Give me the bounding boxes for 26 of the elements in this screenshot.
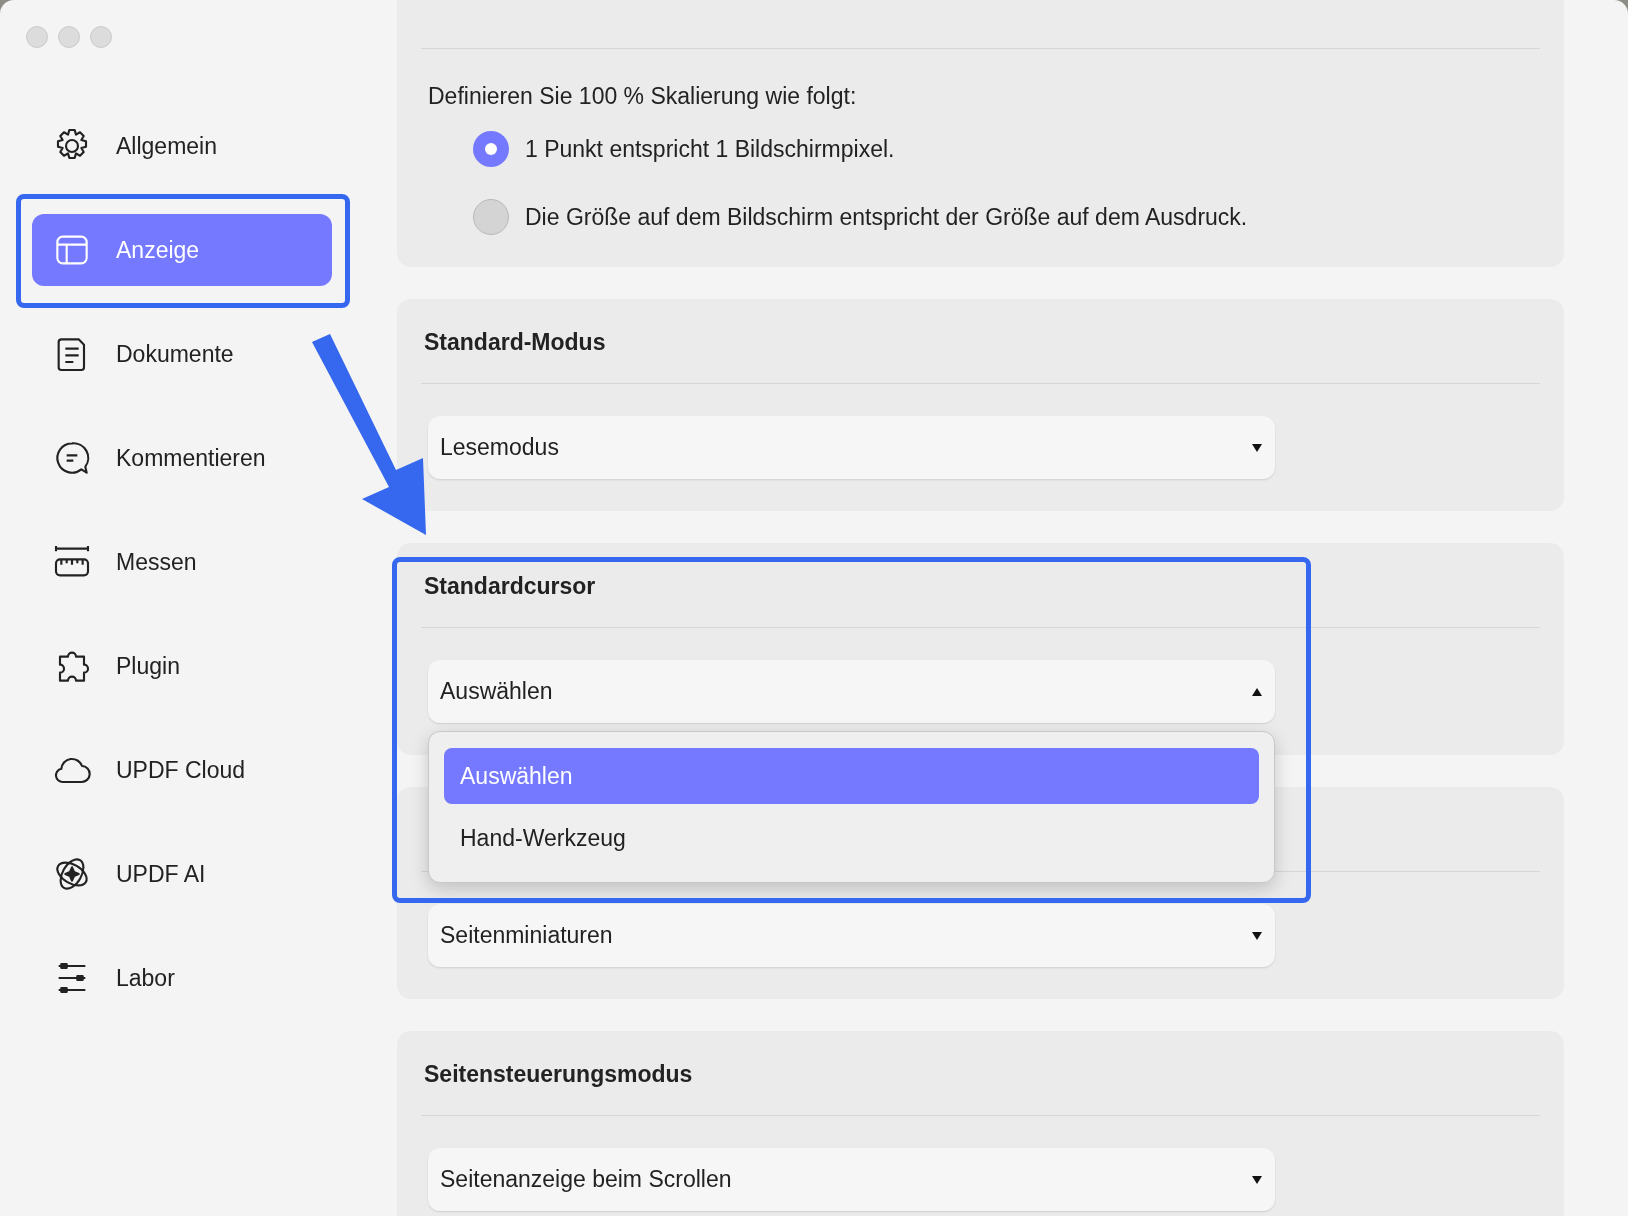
sidebar-item[interactable]: Messen bbox=[32, 526, 205, 598]
dropdown[interactable]: Auswählen bbox=[428, 660, 1275, 723]
section-heading: Standard-Modus bbox=[424, 328, 606, 356]
radio-label: 1 Punkt entspricht 1 Bildschirmpixel. bbox=[525, 135, 895, 163]
sidebar-item[interactable]: UPDF Cloud bbox=[32, 734, 254, 806]
radio-button[interactable] bbox=[473, 199, 509, 235]
sidebar-item[interactable]: Labor bbox=[32, 942, 183, 1014]
sidebar-item[interactable]: Plugin bbox=[32, 630, 188, 702]
minimize-button[interactable] bbox=[58, 26, 80, 48]
radio-label: Die Größe auf dem Bildschirm entspricht der Größe auf dem Ausdruck. bbox=[525, 203, 1248, 231]
setting-label: Definieren Sie 100 % Skalierung wie folgt: bbox=[427, 82, 858, 111]
sidebar-item[interactable]: Dokumente bbox=[32, 318, 242, 390]
sidebar-item[interactable]: Anzeige bbox=[32, 214, 332, 286]
close-button[interactable] bbox=[26, 26, 48, 48]
sidebar-item[interactable]: Kommentieren bbox=[32, 422, 274, 494]
section-heading: Standardcursor bbox=[424, 572, 596, 600]
section-heading: Seitensteuerungsmodus bbox=[424, 1060, 693, 1088]
sidebar-item[interactable]: UPDF AI bbox=[32, 838, 214, 910]
menu-item[interactable]: Hand-Werkzeug bbox=[444, 810, 1259, 866]
dropdown[interactable]: Seitenminiaturen bbox=[428, 904, 1275, 967]
zoom-button[interactable] bbox=[90, 26, 112, 48]
menu-item[interactable]: Auswählen bbox=[444, 748, 1259, 804]
dropdown[interactable]: Seitenanzeige beim Scrollen bbox=[428, 1148, 1275, 1211]
dropdown[interactable]: Lesemodus bbox=[428, 416, 1275, 479]
sidebar-item[interactable]: Allgemein bbox=[32, 110, 225, 182]
radio-button[interactable] bbox=[473, 131, 509, 167]
